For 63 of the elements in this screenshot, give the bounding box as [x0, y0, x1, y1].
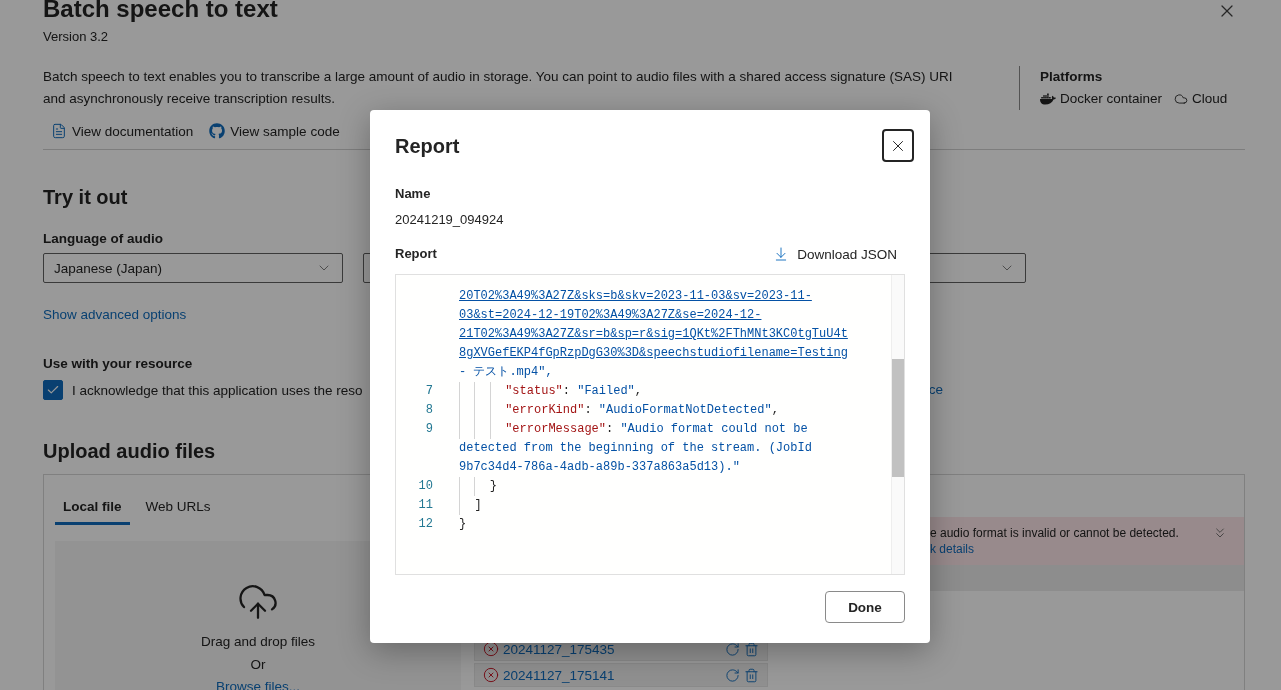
json-string: - テスト.mp4", [459, 364, 553, 381]
platforms-heading: Platforms [1040, 68, 1104, 86]
resource-heading: Use with your resource [43, 355, 193, 373]
dialog-title: Report [395, 133, 460, 159]
name-label: Name [395, 185, 431, 203]
json-punctuation: } [489, 478, 497, 495]
json-punctuation: } [459, 516, 467, 533]
resource-link[interactable]: View sample code [209, 123, 340, 139]
version-text: Version 3.2 [43, 28, 110, 46]
acknowledge-text: I acknowledge that this application uses the reso [72, 382, 363, 398]
json-string: 9b7c34d4-786a-4adb-a89b-337a863a5d13)." [459, 459, 740, 476]
scrollbar-thumb[interactable] [892, 359, 904, 477]
line-number: 12 [417, 516, 433, 533]
or-text: Or [250, 656, 266, 674]
url-link[interactable]: 21T02%3A49%3A27Z&sr=b&sp=r&sig=1QKt%2FThMNt3KC0tgTuU4t [459, 325, 848, 344]
line-number: 7 [424, 383, 433, 400]
json-key: "status" [505, 382, 563, 401]
json-punctuation: ] [474, 497, 482, 514]
checkbox[interactable] [43, 380, 63, 400]
section-heading: Try it out [43, 185, 128, 210]
whale-icon [1040, 91, 1056, 107]
dropdown[interactable]: Japanese (Japan) [43, 253, 343, 283]
json-string: detected from the beginning of the stream. (JobId [459, 440, 812, 457]
section-heading: Upload audio files [43, 439, 216, 464]
line-number: 9 [424, 421, 433, 438]
line-number: 11 [417, 497, 433, 514]
description-text: Batch speech to text enables you to transcribe a large amount of audio in storage. You can point to audio files with a shared access signature (SAS) URI and asynchronously receive transcription results. [43, 68, 954, 108]
cloud-icon [1174, 92, 1189, 106]
drop-text: Drag and drop files [200, 633, 316, 651]
json-string: "Audio format could not be [620, 421, 808, 438]
json-punctuation: , [634, 383, 642, 400]
tab[interactable]: Local file [55, 495, 130, 525]
error-message: e audio format is invalid or cannot be detected. [930, 525, 1179, 541]
name-value: 20241219_094924 [395, 211, 504, 229]
url-link[interactable]: 8gXVGefEKP4fGpRzpDgG30%3D&speechstudiofilename=Testing [459, 344, 848, 363]
line-number: 10 [417, 478, 433, 495]
github-icon [209, 123, 226, 139]
json-key: "errorKind" [505, 401, 585, 420]
json-punctuation: : [562, 383, 571, 400]
json-key: "errorMessage" [505, 420, 606, 439]
json-punctuation: , [771, 402, 779, 419]
json-string: "AudioFormatNotDetected" [598, 402, 772, 419]
json-string: "Failed" [577, 383, 635, 400]
document-icon [51, 123, 67, 139]
page-title: Batch speech to text [43, 0, 278, 23]
platform-label: Docker container [1060, 90, 1163, 108]
download-json-button[interactable]: Download JSON [773, 246, 905, 262]
line-number: 8 [424, 402, 433, 419]
checkmark-icon [46, 383, 60, 397]
retry-icon[interactable] [725, 641, 740, 657]
trash-icon[interactable] [744, 641, 759, 657]
done-button[interactable]: Done [825, 591, 905, 623]
advanced-options-link[interactable]: Show advanced options [43, 307, 187, 322]
json-punctuation: : [584, 402, 593, 419]
tab[interactable]: Web URLs [137, 495, 219, 525]
url-link[interactable]: 03&st=2024-12-19T02%3A49%3A27Z&se=2024-12- [459, 306, 762, 325]
resource-link[interactable]: View documentation [51, 123, 194, 139]
platform-label: Cloud [1192, 90, 1228, 108]
url-link[interactable]: 20T02%3A49%3A27Z&sks=b&skv=2023-11-03&sv=2023-11- [459, 287, 812, 306]
field-label: Language of audio [43, 230, 163, 248]
close-button[interactable] [882, 129, 914, 162]
json-punctuation: : [606, 421, 615, 438]
report-label: Report [395, 245, 437, 263]
